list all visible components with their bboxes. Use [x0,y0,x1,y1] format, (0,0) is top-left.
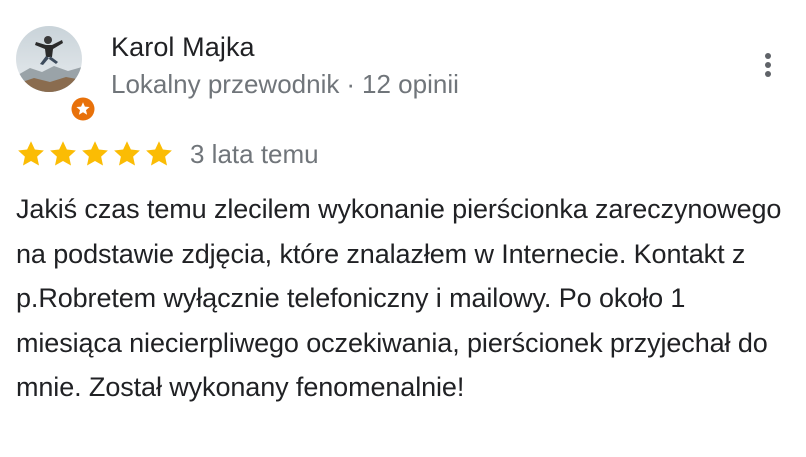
rating-row: 3 lata temu [16,138,319,170]
local-guide-badge-icon [68,94,98,124]
review-time: 3 lata temu [190,139,319,169]
meta-separator: · [346,69,356,99]
avatar-photo [16,26,82,92]
more-vert-icon-dot [765,62,771,68]
star-icon [82,141,108,166]
star-icon [146,141,172,166]
author-meta: Lokalny przewodnik · 12 opinii [111,68,459,100]
star-rating [16,139,176,169]
star-icon [50,141,76,166]
more-options-button[interactable] [750,47,786,83]
review-text: Jakiś czas temu zlecilem wykonanie pierś… [16,194,782,402]
review-card: Karol Majka Lokalny przewodnik · 12 opinii… [0,0,806,457]
star-icon [18,141,44,166]
author-name[interactable]: Karol Majka [111,31,255,63]
author-review-count: 12 opinii [362,69,459,99]
author-avatar[interactable] [16,26,97,123]
more-vert-icon [765,53,771,59]
star-icon [114,141,140,166]
more-vert-icon-dot [765,71,771,77]
author-role: Lokalny przewodnik [111,69,340,99]
